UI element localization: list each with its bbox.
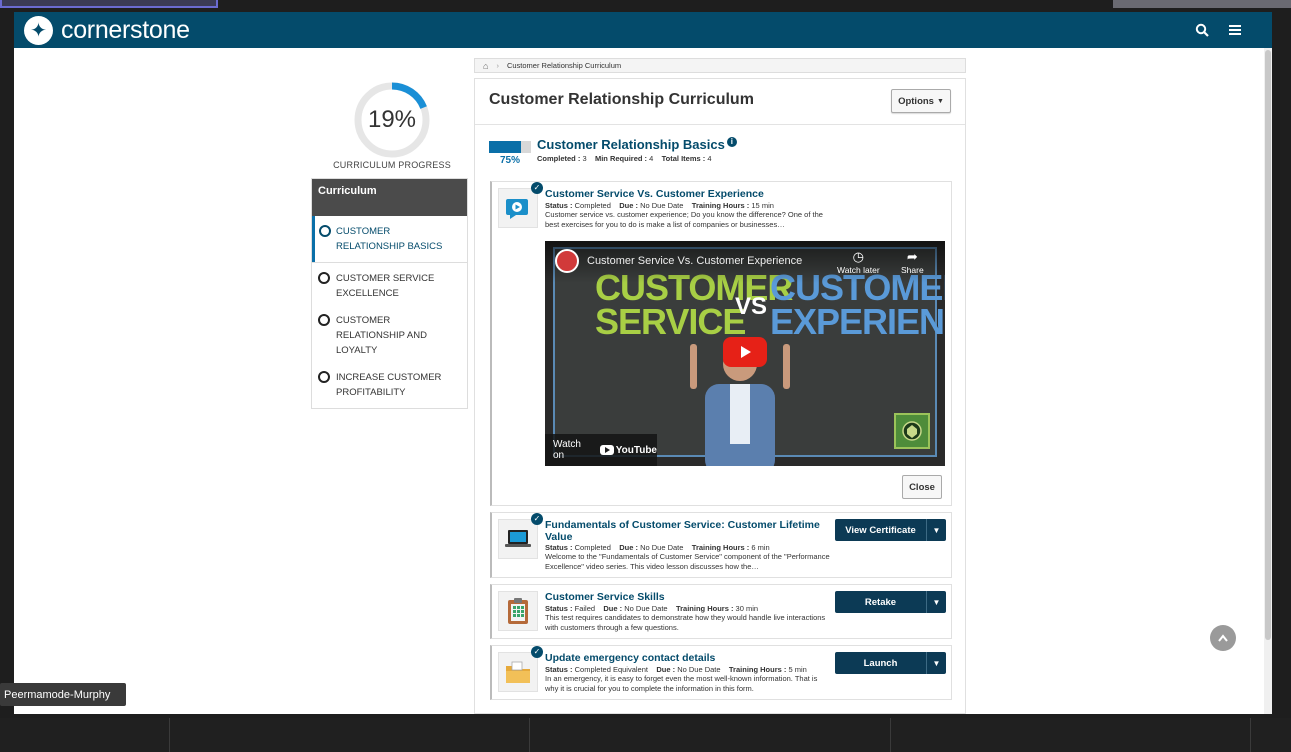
top-navigation-bar: ✦ cornerstone [14, 12, 1272, 48]
item-status: Status : Completed Due : No Due Date Tra… [545, 201, 774, 210]
search-icon[interactable] [1192, 20, 1212, 40]
item-title-link[interactable]: Update emergency contact details [545, 652, 825, 664]
youtube-logo-icon [599, 445, 614, 455]
item-description: In an emergency, it is easy to forget ev… [545, 674, 818, 693]
list-item: Customer Service Skills Status : Failed … [490, 584, 952, 639]
page-scrollbar[interactable] [1264, 48, 1272, 714]
clock-icon: ◷ [852, 249, 864, 264]
completed-check-icon: ✓ [531, 513, 543, 525]
caret-down-icon[interactable]: ▼ [926, 652, 946, 674]
embedded-video-player[interactable]: CUSTOMER SERVICE VS CUSTOMER EXPERIENCE … [545, 241, 945, 466]
item-status: Status : Completed Due : No Due Date Tra… [545, 543, 770, 552]
chevron-right-icon: › [496, 61, 499, 70]
item-description: Welcome to the "Fundamentals of Customer… [545, 552, 830, 571]
sidebar-item-increase-customer-profitability[interactable]: INCREASE CUSTOMER PROFITABILITY [312, 366, 467, 408]
browser-frame: ✦ cornerstone 19% CURRICULUM PROGRESS Cu… [14, 12, 1272, 714]
item-title-link[interactable]: Customer Service Vs. Customer Experience [545, 188, 825, 200]
chevron-up-icon [1218, 634, 1228, 642]
brand-name: cornerstone [61, 15, 190, 44]
progress-percent: 19% [367, 106, 417, 133]
item-status: Status : Failed Due : No Due Date Traini… [545, 604, 759, 613]
caret-down-icon[interactable]: ▼ [926, 519, 946, 541]
sidebar-item-customer-service-excellence[interactable]: CUSTOMER SERVICE EXCELLENCE [312, 263, 467, 309]
item-description: Customer service vs. customer experience… [545, 210, 823, 229]
sidebar-item-customer-relationship-and-loyalty[interactable]: CUSTOMER RELATIONSHIP AND LOYALTY [312, 309, 467, 366]
sidebar-item-label: INCREASE CUSTOMER PROFITABILITY [336, 372, 442, 398]
video-title[interactable]: Customer Service Vs. Customer Experience [587, 255, 802, 267]
share-button[interactable]: ➦ Share [901, 249, 924, 275]
caret-down-icon[interactable]: ▼ [926, 591, 946, 613]
channel-avatar-icon[interactable] [555, 249, 579, 273]
test-clipboard-icon [498, 591, 538, 631]
breadcrumb-current: Customer Relationship Curriculum [506, 61, 622, 70]
page-title: Customer Relationship Curriculum [489, 91, 754, 108]
hamburger-menu-icon[interactable] [1225, 20, 1245, 40]
item-title-link[interactable]: Fundamentals of Customer Service: Custom… [545, 519, 825, 543]
radio-circle-icon [319, 225, 331, 237]
close-button[interactable]: Close [902, 475, 942, 499]
retake-button[interactable]: Retake ▼ [835, 591, 946, 613]
video-icon [498, 188, 538, 228]
list-item: ✓ Customer Service Vs. Customer Experien… [490, 181, 952, 506]
sidebar-heading: Curriculum [312, 179, 467, 216]
share-arrow-icon: ➦ [906, 249, 918, 264]
play-icon [741, 346, 751, 358]
section-stats: Completed : 3 Min Required : 4 Total Ite… [537, 154, 712, 163]
list-item: ✓ Fundamentals of Customer Service: Cust… [490, 512, 952, 578]
participant-thumbnail[interactable] [1113, 0, 1291, 8]
watch-later-button[interactable]: ◷ Watch later [837, 249, 880, 275]
completed-check-icon: ✓ [531, 646, 543, 658]
curriculum-card: Customer Relationship Curriculum Options… [474, 78, 966, 714]
item-description: This test requires candidates to demonst… [545, 613, 826, 632]
breadcrumb: ⌂ › Customer Relationship Curriculum [474, 58, 966, 73]
options-button[interactable]: Options ▼ [891, 89, 951, 113]
item-title-link[interactable]: Customer Service Skills [545, 591, 825, 603]
home-icon[interactable]: ⌂ [483, 61, 488, 71]
section-progress-percent: 75% [499, 155, 520, 166]
play-button[interactable] [723, 337, 767, 367]
back-to-top-button[interactable] [1210, 625, 1236, 651]
info-icon[interactable]: i [726, 137, 737, 147]
laptop-icon [498, 519, 538, 559]
progress-label: CURRICULUM PROGRESS [333, 160, 451, 170]
launch-button[interactable]: Launch ▼ [835, 652, 946, 674]
view-certificate-button[interactable]: View Certificate ▼ [835, 519, 946, 541]
radio-circle-icon [318, 371, 330, 383]
sidebar-item-label: CUSTOMER SERVICE EXCELLENCE [336, 273, 435, 299]
curriculum-progress-ring: 19% [352, 80, 432, 160]
meeting-toolbar [0, 718, 1291, 752]
curriculum-sidebar: Curriculum CUSTOMER RELATIONSHIP BASICS … [311, 178, 468, 409]
caret-down-icon: ▼ [936, 97, 944, 105]
cornerstone-logo[interactable]: ✦ cornerstone [24, 14, 190, 46]
item-status: Status : Completed Equivalent Due : No D… [545, 665, 807, 674]
radio-circle-icon [318, 314, 330, 326]
watch-on-youtube-link[interactable]: Watch on YouTube [545, 434, 657, 466]
radio-circle-icon [318, 272, 330, 284]
sidebar-item-customer-relationship-basics[interactable]: CUSTOMER RELATIONSHIP BASICS [312, 216, 467, 262]
section-title[interactable]: Customer Relationship Basics i [537, 137, 737, 152]
sidebar-item-label: CUSTOMER RELATIONSHIP AND LOYALTY [336, 315, 427, 356]
sidebar-item-label: CUSTOMER RELATIONSHIP BASICS [336, 226, 443, 252]
list-item: ✓ Update emergency contact details Statu… [490, 645, 952, 700]
completed-check-icon: ✓ [531, 182, 543, 194]
lion-badge-icon [894, 413, 930, 449]
folder-icon [498, 652, 538, 692]
cornerstone-star-icon: ✦ [24, 15, 53, 45]
section-progress-bar [489, 141, 531, 153]
participant-name-tag: Peermamode-Murphy [0, 683, 126, 706]
participant-thumbnail[interactable] [0, 0, 218, 8]
